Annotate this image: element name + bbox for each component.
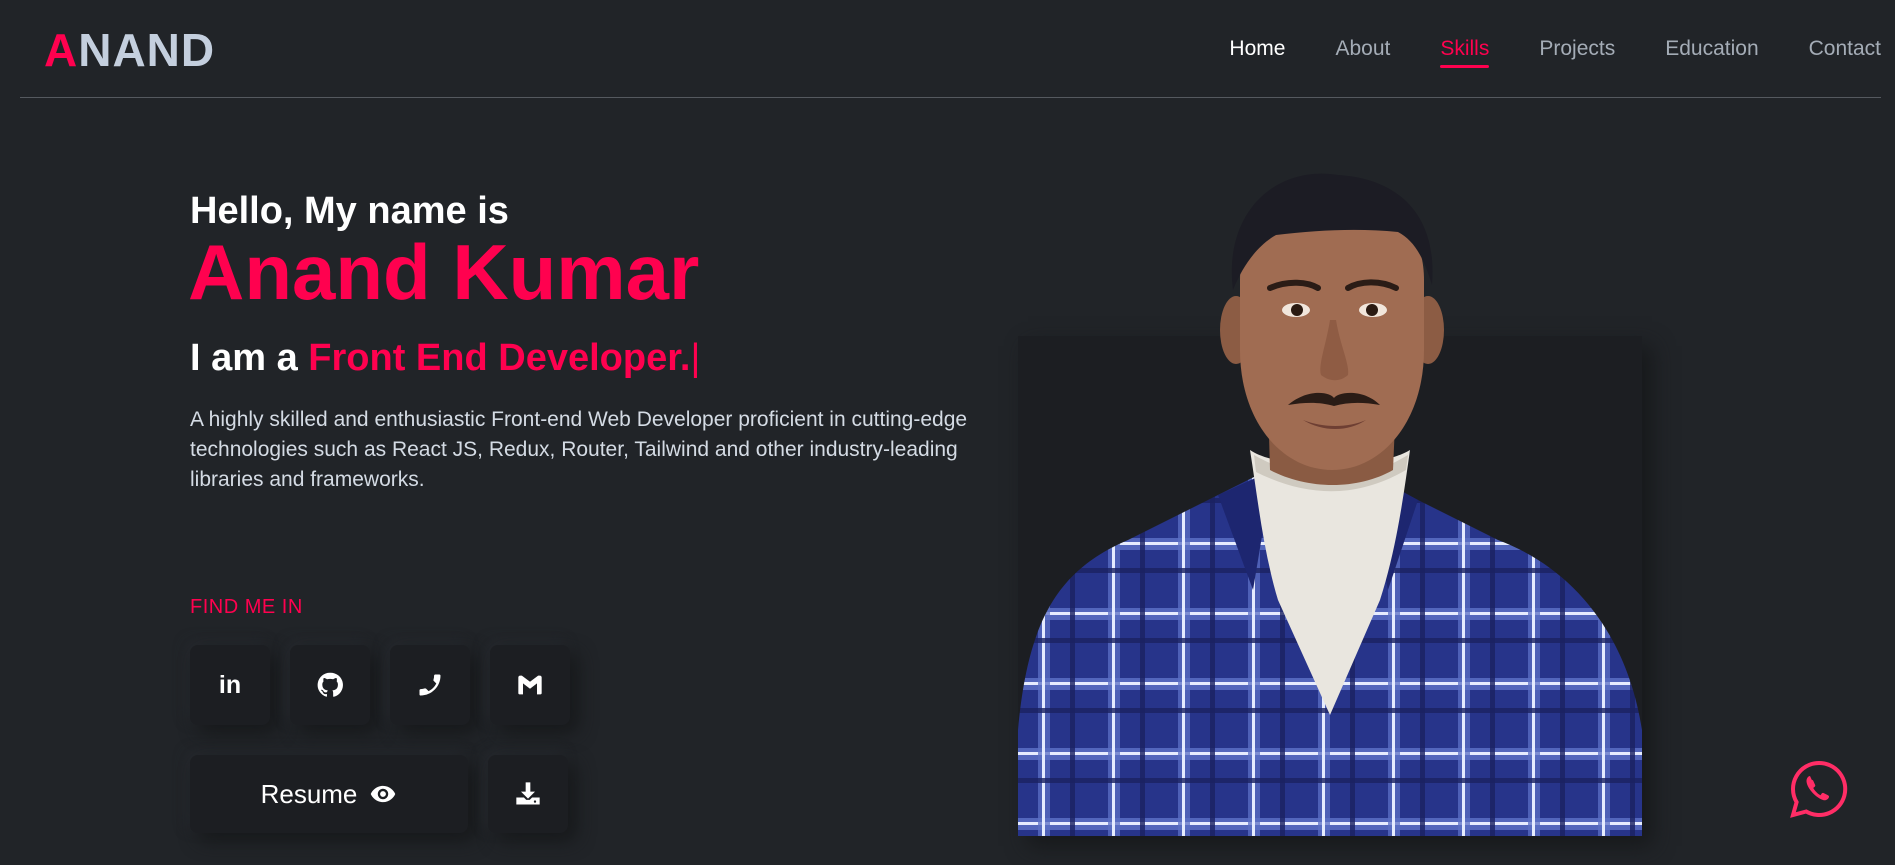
linkedin-icon: in [218, 670, 242, 699]
whatsapp-button[interactable] [1790, 760, 1848, 818]
typing-cursor: | [690, 337, 701, 379]
logo-rest: NAND [78, 24, 216, 76]
role-prefix: I am a [190, 337, 309, 379]
hero-role: I am a Front End Developer.| [190, 336, 700, 380]
nav-about[interactable]: About [1335, 34, 1390, 64]
hero-description: A highly skilled and enthusiastic Front-… [190, 408, 968, 491]
site-header: ANAND Home About Skills Projects Educati… [20, 0, 1881, 98]
gmail-icon [518, 675, 542, 695]
github-icon [317, 672, 343, 697]
main-nav: Home About Skills Projects Education Con… [1179, 34, 1881, 68]
resume-view-button[interactable]: Resume [190, 755, 468, 833]
resume-label: Resume [260, 778, 358, 809]
nav-projects[interactable]: Projects [1539, 34, 1615, 64]
find-me-title: FIND ME IN [190, 596, 303, 618]
github-button[interactable] [290, 645, 370, 725]
portfolio-page: ANAND Home About Skills Projects Educati… [0, 0, 1895, 865]
eye-icon [371, 785, 396, 803]
nav-contact[interactable]: Contact [1809, 34, 1881, 64]
nav-home[interactable]: Home [1229, 34, 1285, 64]
phone-icon [419, 674, 441, 696]
role-highlight: Front End Developer. [308, 337, 691, 379]
social-links: in [190, 645, 570, 725]
hero-name: Anand Kumar [188, 228, 700, 316]
resume-download-button[interactable] [488, 755, 568, 833]
whatsapp-icon [1790, 760, 1848, 818]
download-icon [516, 782, 540, 805]
logo-first-letter: A [44, 24, 79, 76]
nav-education[interactable]: Education [1665, 34, 1758, 64]
site-logo[interactable]: ANAND [44, 24, 215, 76]
phone-button[interactable] [390, 645, 470, 725]
resume-actions: Resume [190, 755, 568, 833]
linkedin-button[interactable]: in [190, 645, 270, 725]
gmail-button[interactable] [490, 645, 570, 725]
nav-skills[interactable]: Skills [1440, 34, 1490, 68]
profile-photo [1018, 173, 1642, 836]
